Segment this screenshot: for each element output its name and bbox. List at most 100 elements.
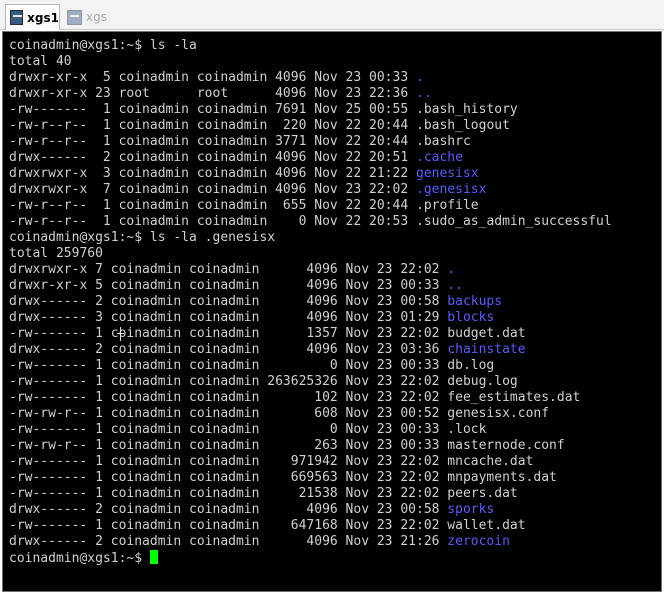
line-text: drwx------ 2 coinadmin coinadmin 4096 No… xyxy=(9,294,448,309)
terminal-line: -rw------- 1 coinadmin coinadmin 971942 … xyxy=(9,454,612,470)
line-text: drwxr-xr-x 23 root root 4096 Nov 23 22:3… xyxy=(9,86,416,101)
terminal-window[interactable]: coinadmin@xgs1:~$ ls -la total 40 drwxr-xr… xyxy=(2,31,662,592)
directory-name: sporks xyxy=(447,502,495,517)
file-name: wallet.dat xyxy=(447,518,526,533)
directory-name: .. xyxy=(447,278,463,293)
terminal-line: -rw------- 1 coinadmin coinadmin 669563 … xyxy=(9,470,612,486)
terminal-cursor xyxy=(149,550,158,564)
tab-label: xgs1 xyxy=(27,10,59,25)
file-name: .bash_logout xyxy=(416,118,510,133)
terminal-line: -rw-rw-r-- 1 coinadmin coinadmin 263 Nov… xyxy=(9,438,612,454)
terminal-line: drwx------ 2 coinadmin coinadmin 4096 No… xyxy=(9,502,612,518)
line-text: -rw------- 1 coinadmin coinadmin 21538 N… xyxy=(9,486,448,501)
directory-name: . xyxy=(447,262,456,277)
text-cursor-icon xyxy=(117,326,124,342)
terminal-line: coinadmin@xgs1:~$ ls -la xyxy=(9,38,612,54)
line-text: drwxr-xr-x 5 coinadmin coinadmin 4096 No… xyxy=(9,70,416,85)
file-name: .profile xyxy=(416,198,479,213)
line-text: -rw-r--r-- 1 coinadmin coinadmin 3771 No… xyxy=(9,134,416,149)
line-text: coinadmin@xgs1:~$ ls -la .genesisx xyxy=(9,230,276,245)
directory-name: .cache xyxy=(416,150,463,165)
line-text: drwx------ 2 coinadmin coinadmin 4096 No… xyxy=(9,502,448,517)
line-text: coinadmin@xgs1:~$ ls -la xyxy=(9,38,197,53)
terminal-line: drwx------ 3 coinadmin coinadmin 4096 No… xyxy=(9,310,612,326)
directory-name: blocks xyxy=(447,310,495,325)
terminal-line: -rw-r--r-- 1 coinadmin coinadmin 0 Nov 2… xyxy=(9,214,612,230)
line-text: -rw------- 1 coinadmin coinadmin 2636253… xyxy=(9,374,448,389)
directory-name: chainstate xyxy=(447,342,526,357)
line-text: drwx------ 2 coinadmin coinadmin 4096 No… xyxy=(9,534,448,549)
file-name: peers.dat xyxy=(447,486,518,501)
terminal-line: drwxr-xr-x 23 root root 4096 Nov 23 22:3… xyxy=(9,86,612,102)
terminal-line: -rw------- 1 coinadmin coinadmin 2636253… xyxy=(9,374,612,390)
line-text: -rw------- 1 coinadmin coinadmin 0 Nov 2… xyxy=(9,422,448,437)
line-text: -rw-rw-r-- 1 coinadmin coinadmin 608 Nov… xyxy=(9,406,448,421)
line-text: -rw-rw-r-- 1 coinadmin coinadmin 263 Nov… xyxy=(9,438,448,453)
terminal-app-icon xyxy=(10,10,24,25)
file-name: .bash_history xyxy=(416,102,518,117)
terminal-line: -rw-r--r-- 1 coinadmin coinadmin 655 Nov… xyxy=(9,198,612,214)
file-name: genesisx.conf xyxy=(447,406,550,421)
terminal-line: -rw------- 1 coinadmin coinadmin 0 Nov 2… xyxy=(9,358,612,374)
terminal-line: drwx------ 2 coinadmin coinadmin 4096 No… xyxy=(9,342,612,358)
terminal-line: drwxrwxr-x 7 coinadmin coinadmin 4096 No… xyxy=(9,262,612,278)
terminal-line: -rw------- 1 coinadmin coinadmin 1357 No… xyxy=(9,326,612,342)
line-text: -rw------- 1 coinadmin coinadmin 0 Nov 2… xyxy=(9,358,448,373)
directory-name: genesisx xyxy=(416,166,479,181)
terminal-line: drwxrwxr-x 7 coinadmin coinadmin 4096 No… xyxy=(9,182,612,198)
terminal-line: drwxrwxr-x 3 coinadmin coinadmin 4096 No… xyxy=(9,166,612,182)
terminal-output: coinadmin@xgs1:~$ ls -la total 40 drwxr-xr… xyxy=(9,38,612,566)
terminal-line: -rw-r--r-- 1 coinadmin coinadmin 3771 No… xyxy=(9,134,612,150)
file-name: masternode.conf xyxy=(447,438,565,453)
line-text: -rw-r--r-- 1 coinadmin coinadmin 655 Nov… xyxy=(9,198,416,213)
file-name: mncache.dat xyxy=(447,454,534,469)
terminal-line: drwxr-xr-x 5 coinadmin coinadmin 4096 No… xyxy=(9,278,612,294)
terminal-line: -rw-r--r-- 1 coinadmin coinadmin 220 Nov… xyxy=(9,118,612,134)
line-text: -rw------- 1 coinadmin coinadmin 971942 … xyxy=(9,454,448,469)
terminal-line: -rw------- 1 coinadmin coinadmin 102 Nov… xyxy=(9,390,612,406)
line-text: -rw-r--r-- 1 coinadmin coinadmin 0 Nov 2… xyxy=(9,214,416,229)
prompt-text: coinadmin@xgs1:~$ xyxy=(9,551,150,566)
terminal-line: -rw-rw-r-- 1 coinadmin coinadmin 608 Nov… xyxy=(9,406,612,422)
terminal-line: drwx------ 2 coinadmin coinadmin 4096 No… xyxy=(9,294,612,310)
line-text: -rw------- 1 coinadmin coinadmin 1357 No… xyxy=(9,326,448,341)
terminal-line: -rw------- 1 coinadmin coinadmin 21538 N… xyxy=(9,486,612,502)
line-text: total 259760 xyxy=(9,246,103,261)
line-text: total 40 xyxy=(9,54,72,69)
line-text: -rw------- 1 coinadmin coinadmin 669563 … xyxy=(9,470,448,485)
directory-name: . xyxy=(416,70,424,85)
terminal-line: drwx------ 2 coinadmin coinadmin 4096 No… xyxy=(9,150,612,166)
file-name: fee_estimates.dat xyxy=(447,390,581,405)
line-text: drwxrwxr-x 3 coinadmin coinadmin 4096 No… xyxy=(9,166,416,181)
line-text: drwxrwxr-x 7 coinadmin coinadmin 4096 No… xyxy=(9,262,448,277)
file-name: db.log xyxy=(447,358,495,373)
file-name: .bashrc xyxy=(416,134,471,149)
terminal-line: -rw------- 1 coinadmin coinadmin 0 Nov 2… xyxy=(9,422,612,438)
directory-name: .. xyxy=(416,86,432,101)
terminal-app-icon xyxy=(67,9,82,25)
line-text: -rw-r--r-- 1 coinadmin coinadmin 220 Nov… xyxy=(9,118,416,133)
terminal-line: drwxr-xr-x 5 coinadmin coinadmin 4096 No… xyxy=(9,70,612,86)
line-text: drwxr-xr-x 5 coinadmin coinadmin 4096 No… xyxy=(9,278,448,293)
prompt-line[interactable]: coinadmin@xgs1:~$ xyxy=(9,550,612,566)
line-text: drwxrwxr-x 7 coinadmin coinadmin 4096 No… xyxy=(9,182,416,197)
tab-xgs1[interactable]: xgs1 xyxy=(5,4,60,30)
directory-name: .genesisx xyxy=(416,182,487,197)
directory-name: zerocoin xyxy=(447,534,510,549)
terminal-line: -rw------- 1 coinadmin coinadmin 7691 No… xyxy=(9,102,612,118)
terminal-line: -rw------- 1 coinadmin coinadmin 647168 … xyxy=(9,518,612,534)
tab-label: xgs xyxy=(86,10,107,24)
file-name: budget.dat xyxy=(447,326,526,341)
terminal-line: coinadmin@xgs1:~$ ls -la .genesisx xyxy=(9,230,612,246)
line-text: -rw------- 1 coinadmin coinadmin 102 Nov… xyxy=(9,390,448,405)
file-name: .sudo_as_admin_successful xyxy=(416,214,612,229)
tab-xgs[interactable]: xgs xyxy=(63,4,109,30)
terminal-line: total 259760 xyxy=(9,246,612,262)
file-name: .lock xyxy=(447,422,487,437)
terminal-line: drwx------ 2 coinadmin coinadmin 4096 No… xyxy=(9,534,612,550)
line-text: drwx------ 2 coinadmin coinadmin 4096 No… xyxy=(9,342,448,357)
file-name: mnpayments.dat xyxy=(447,470,557,485)
line-text: -rw------- 1 coinadmin coinadmin 7691 No… xyxy=(9,102,416,117)
line-text: -rw------- 1 coinadmin coinadmin 647168 … xyxy=(9,518,448,533)
file-name: debug.log xyxy=(447,374,518,389)
